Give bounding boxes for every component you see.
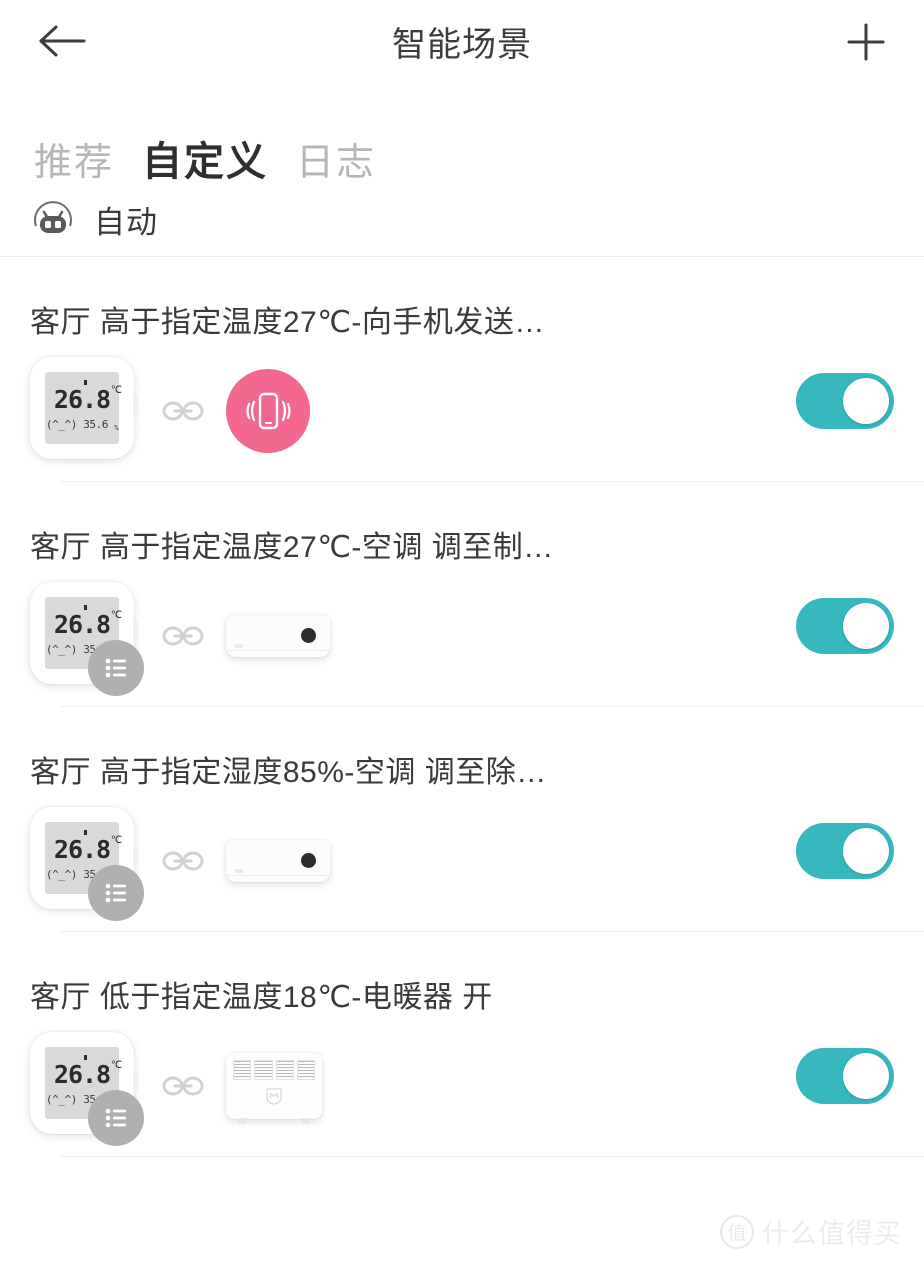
scene-row[interactable]: 客厅 高于指定温度27℃-向手机发送… 26.8 ℃ (^_^) 35.6 %	[0, 257, 924, 482]
sensor-temperature: 26.8 ℃	[53, 1054, 122, 1089]
link-chain-icon	[162, 851, 204, 871]
scene-title: 客厅 高于指定温度27℃-向手机发送…	[30, 306, 545, 339]
sensor-face: (^_^)	[45, 642, 78, 656]
list-icon	[105, 658, 126, 678]
trigger-device[interactable]: 26.8 ℃ (^_^) 35.6 %	[30, 807, 144, 921]
sensor-temperature-unit: ℃	[110, 1059, 122, 1071]
sensor-decimal-dot	[83, 829, 87, 835]
heater-grille	[254, 1060, 273, 1080]
scene-row[interactable]: 客厅 低于指定温度18℃-电暖器 开 26.8 ℃ (^_^) 35.6 %	[0, 932, 924, 1157]
sensor-face: (^_^)	[45, 1092, 78, 1106]
sensor-temperature-value: 26.8	[53, 384, 111, 414]
sensor-face: (^_^)	[45, 417, 78, 431]
plus-icon	[847, 23, 885, 61]
smart-scene-screen: 智能场景 推荐 自定义 日志 自动 客厅 高于指定温度27℃-向手机发送… 26…	[0, 0, 924, 1265]
back-button[interactable]	[34, 13, 90, 69]
watermark-text: 什么值得买	[762, 1219, 902, 1249]
sensor-temperature: 26.8 ℃	[53, 829, 122, 864]
sensor-temperature-value: 26.8	[53, 834, 111, 864]
toggle-knob	[843, 1053, 889, 1099]
action-device[interactable]	[226, 840, 330, 882]
link-chain-icon	[162, 626, 204, 646]
link-chain-icon	[162, 401, 204, 421]
scene-toggle[interactable]	[796, 598, 894, 654]
sensor-temperature: 26.8 ℃	[53, 379, 122, 414]
sensor-temperature-value: 26.8	[53, 1059, 111, 1089]
page-title: 智能场景	[392, 25, 532, 64]
sensor-humidity-unit: %	[114, 423, 119, 432]
toggle-knob	[843, 378, 889, 424]
heater-grille	[296, 1060, 315, 1080]
tab-bar: 推荐 自定义 日志	[0, 82, 924, 182]
sensor-temperature-unit: ℃	[110, 384, 122, 396]
sensor-temperature-unit: ℃	[110, 609, 122, 621]
scene-devices: 26.8 ℃ (^_^) 35.6 %	[30, 566, 924, 706]
sensor-face: (^_^)	[45, 867, 78, 881]
scene-condition-list-badge[interactable]	[88, 640, 144, 696]
sensor-decimal-dot	[83, 604, 87, 610]
heater-foot	[238, 1118, 247, 1124]
scene-toggle[interactable]	[796, 373, 894, 429]
scene-title: 客厅 低于指定温度18℃-电暖器 开	[30, 981, 493, 1014]
mi-logo-icon	[266, 1088, 282, 1105]
sensor-temperature-unit: ℃	[110, 834, 122, 846]
sensor-temperature: 26.8 ℃	[53, 604, 122, 639]
tab-recommended[interactable]: 推荐	[34, 144, 114, 182]
robot-icon	[34, 201, 72, 233]
toggle-knob	[843, 603, 889, 649]
scene-devices: 26.8 ℃ (^_^) 35.6 %	[30, 341, 924, 481]
link-chain-icon	[162, 1076, 204, 1096]
row-divider	[60, 1156, 924, 1157]
air-conditioner-icon	[301, 853, 316, 868]
trigger-device[interactable]: 26.8 ℃ (^_^) 35.6 %	[30, 357, 140, 465]
sensor-display: 26.8 ℃ (^_^) 35.6 %	[45, 372, 122, 444]
scene-row[interactable]: 客厅 高于指定湿度85%-空调 调至除… 26.8 ℃ (^_^) 35.6 %	[0, 707, 924, 932]
sensor-decimal-dot	[83, 379, 87, 385]
action-device[interactable]	[226, 1053, 322, 1124]
action-device[interactable]	[226, 615, 330, 657]
trigger-device[interactable]: 26.8 ℃ (^_^) 35.6 %	[30, 582, 144, 696]
action-device[interactable]	[226, 369, 310, 453]
sensor-humidity-value: 35.6	[83, 417, 109, 431]
scene-condition-list-badge[interactable]	[88, 1090, 144, 1146]
watermark: 值 什么值得买	[720, 1212, 902, 1251]
tab-custom[interactable]: 自定义	[142, 142, 268, 182]
heater-grille	[233, 1060, 252, 1080]
sensor-humidity: (^_^) 35.6 %	[45, 417, 119, 432]
section-header-auto: 自动	[0, 182, 924, 256]
trigger-device[interactable]: 26.8 ℃ (^_^) 35.6 %	[30, 1032, 144, 1146]
list-icon	[105, 1108, 126, 1128]
heater-grille	[275, 1060, 294, 1080]
ac-vent-mark	[235, 644, 243, 648]
app-header: 智能场景	[0, 0, 924, 82]
scene-condition-list-badge[interactable]	[88, 865, 144, 921]
watermark-badge: 值	[720, 1214, 754, 1249]
ac-vent-mark	[235, 869, 243, 873]
sensor-decimal-dot	[83, 1054, 87, 1060]
list-icon	[105, 883, 126, 903]
scene-devices: 26.8 ℃ (^_^) 35.6 %	[30, 1016, 924, 1156]
temperature-humidity-sensor-icon: 26.8 ℃ (^_^) 35.6 %	[30, 357, 138, 459]
scene-title: 客厅 高于指定温度27℃-空调 调至制…	[30, 531, 554, 564]
arrow-left-icon	[39, 25, 86, 57]
scene-title: 客厅 高于指定湿度85%-空调 调至除…	[30, 756, 547, 789]
scene-devices: 26.8 ℃ (^_^) 35.6 %	[30, 791, 924, 931]
scene-toggle[interactable]	[796, 823, 894, 879]
sensor-temperature-value: 26.8	[53, 609, 111, 639]
tab-log[interactable]: 日志	[296, 144, 376, 182]
air-conditioner-icon	[301, 628, 316, 643]
scene-toggle[interactable]	[796, 1048, 894, 1104]
heater-foot	[301, 1118, 310, 1124]
phone-vibrate-icon	[246, 392, 291, 430]
add-scene-button[interactable]	[838, 14, 894, 70]
scene-row[interactable]: 客厅 高于指定温度27℃-空调 调至制… 26.8 ℃ (^_^) 35.6 %	[0, 482, 924, 707]
toggle-knob	[843, 828, 889, 874]
section-label-auto: 自动	[94, 204, 158, 240]
electric-heater-icon	[233, 1060, 315, 1080]
